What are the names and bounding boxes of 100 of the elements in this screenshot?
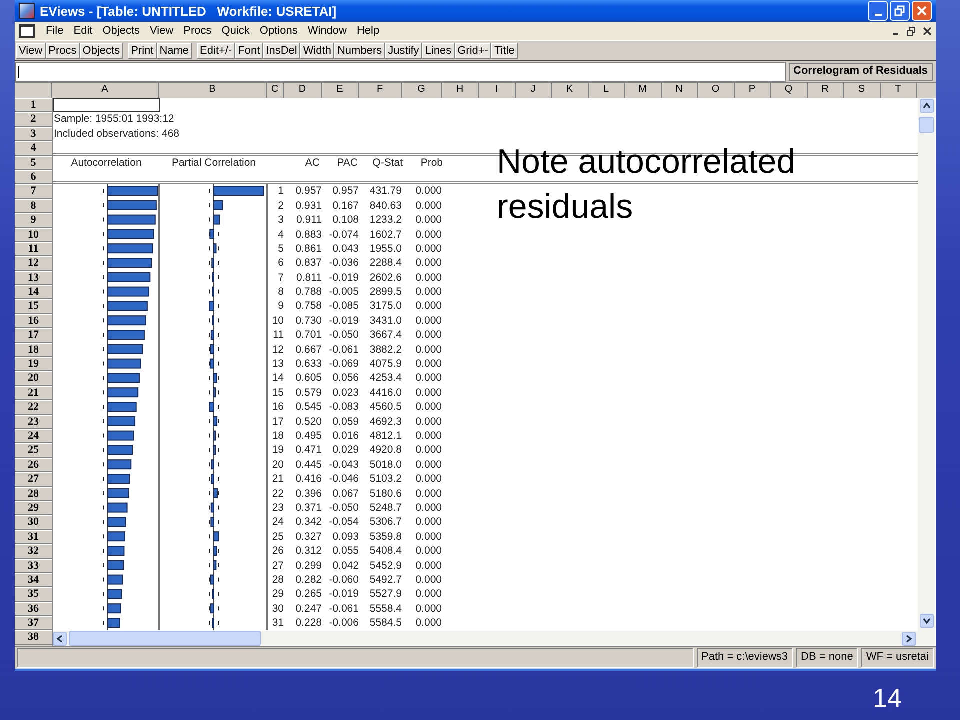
toolbar-button[interactable]: Numbers bbox=[334, 42, 386, 58]
menu-item[interactable]: Edit bbox=[68, 25, 98, 37]
toolbar-button[interactable]: Justify bbox=[385, 42, 422, 58]
bound-tick bbox=[218, 606, 219, 611]
horizontal-scrollbar[interactable] bbox=[53, 631, 918, 646]
table-cell-text: 0.605 bbox=[294, 371, 323, 386]
row-header[interactable]: 25 bbox=[15, 443, 52, 458]
row-header[interactable]: 14 bbox=[15, 285, 52, 300]
selected-cell[interactable] bbox=[53, 98, 160, 112]
bound-tick bbox=[218, 261, 219, 266]
row-header[interactable]: 32 bbox=[15, 544, 52, 558]
row-header[interactable]: 18 bbox=[15, 342, 52, 358]
autocorrelation-bar bbox=[108, 316, 146, 326]
toolbar-button[interactable]: Name bbox=[156, 42, 192, 58]
toolbar-button[interactable]: Procs bbox=[46, 42, 80, 58]
row-header[interactable]: 10 bbox=[15, 228, 52, 242]
row-header[interactable]: 17 bbox=[15, 328, 52, 343]
row-header[interactable]: 8 bbox=[15, 198, 52, 214]
table-cell-text: 0.758 bbox=[294, 299, 323, 314]
bound-tick bbox=[103, 434, 104, 438]
table-cell-text: -0.061 bbox=[328, 342, 360, 358]
restore-button[interactable] bbox=[890, 1, 910, 21]
autocorrelation-bar bbox=[108, 618, 120, 628]
table-cell-text: 0.788 bbox=[294, 285, 323, 300]
row-header[interactable]: 28 bbox=[15, 486, 52, 501]
row-header[interactable]: 33 bbox=[15, 558, 52, 573]
table-cell-text: 5408.4 bbox=[368, 544, 403, 558]
row-header[interactable]: 35 bbox=[15, 587, 52, 602]
table-cell-text: 0.000 bbox=[414, 472, 443, 487]
row-header[interactable]: 5 bbox=[15, 156, 52, 170]
row-header[interactable]: 31 bbox=[15, 530, 52, 544]
table-cell-text: 0.000 bbox=[414, 213, 443, 228]
table-cell-text: 0.000 bbox=[414, 428, 443, 444]
toolbar-button[interactable]: Font bbox=[235, 42, 264, 58]
row-header[interactable]: 24 bbox=[15, 428, 52, 444]
table-cell-text: 0.023 bbox=[332, 386, 360, 400]
row-header[interactable]: 3 bbox=[15, 126, 52, 142]
toolbar-button[interactable]: Objects bbox=[80, 42, 124, 58]
table-cell-text: 5103.2 bbox=[368, 472, 403, 487]
row-header[interactable]: 29 bbox=[15, 500, 52, 516]
lag-cell-text: 19 bbox=[271, 443, 285, 458]
row-header[interactable]: 26 bbox=[15, 458, 52, 472]
menu-item[interactable]: Objects bbox=[98, 25, 145, 37]
toolbar-button[interactable]: Title bbox=[491, 42, 518, 58]
row-header[interactable]: 38 bbox=[15, 630, 52, 645]
row-header[interactable]: 19 bbox=[15, 357, 52, 372]
toolbar-button[interactable]: Grid+- bbox=[454, 42, 492, 58]
menu-item[interactable]: Help bbox=[352, 25, 385, 37]
row-header[interactable]: 23 bbox=[15, 414, 52, 429]
observations-text: Included observations: 468 bbox=[53, 126, 181, 142]
scroll-thumb[interactable] bbox=[69, 631, 261, 646]
bound-tick bbox=[103, 592, 104, 597]
column-label: Partial Correlation bbox=[170, 156, 258, 170]
row-header[interactable]: 11 bbox=[15, 242, 52, 256]
lag-cell-text: 10 bbox=[271, 314, 285, 328]
bound-tick bbox=[218, 348, 219, 352]
menu-item[interactable]: View bbox=[145, 25, 179, 37]
bound-tick bbox=[218, 592, 219, 597]
row-header[interactable]: 37 bbox=[15, 616, 52, 630]
table-cell-text: 0.495 bbox=[294, 428, 323, 444]
bound-tick bbox=[218, 462, 219, 467]
restore-button[interactable] bbox=[904, 24, 918, 38]
row-header[interactable]: 4 bbox=[15, 141, 52, 156]
row-header[interactable]: 13 bbox=[15, 270, 52, 286]
menu-item[interactable]: Quick bbox=[216, 25, 255, 37]
row-header[interactable]: 7 bbox=[15, 184, 52, 199]
row-header[interactable]: 15 bbox=[15, 299, 52, 314]
row-header[interactable]: 2 bbox=[15, 112, 52, 127]
table-cell-text: 0.067 bbox=[332, 486, 360, 501]
row-header[interactable]: 12 bbox=[15, 256, 52, 271]
scroll-thumb[interactable] bbox=[919, 117, 934, 133]
row-header[interactable]: 30 bbox=[15, 515, 52, 530]
row-header[interactable]: 1 bbox=[15, 98, 52, 112]
partial-correlation-bar bbox=[210, 503, 214, 514]
minimize-button[interactable] bbox=[868, 1, 888, 21]
row-header[interactable]: 34 bbox=[15, 572, 52, 588]
row-header[interactable]: 36 bbox=[15, 602, 52, 616]
toolbar-button[interactable]: Lines bbox=[422, 42, 455, 58]
row-header[interactable]: 16 bbox=[15, 314, 52, 328]
edit-field[interactable] bbox=[15, 62, 786, 82]
toolbar-button[interactable]: Width bbox=[300, 42, 334, 58]
menu-item[interactable]: File bbox=[41, 25, 69, 37]
menu-item[interactable]: Procs bbox=[178, 25, 217, 37]
menu-item[interactable]: Options bbox=[254, 25, 303, 37]
table-cell-text: 840.63 bbox=[368, 198, 403, 214]
vertical-scrollbar[interactable] bbox=[918, 98, 935, 646]
row-header[interactable]: 20 bbox=[15, 371, 52, 386]
row-header[interactable]: 22 bbox=[15, 400, 52, 415]
menu-item[interactable]: Window bbox=[302, 25, 352, 37]
toolbar-button[interactable]: Edit+/- bbox=[197, 42, 236, 58]
status-text: Path = c:\eviews3 bbox=[696, 648, 794, 668]
toolbar-button[interactable]: InsDel bbox=[263, 42, 300, 58]
row-header[interactable]: 6 bbox=[15, 170, 52, 184]
toolbar-button[interactable]: View bbox=[16, 42, 46, 58]
column-header[interactable]: A bbox=[52, 83, 159, 98]
table-cell-text: 0.056 bbox=[332, 371, 360, 386]
toolbar-button[interactable]: Print bbox=[128, 42, 157, 58]
row-header[interactable]: 27 bbox=[15, 472, 52, 487]
row-header[interactable]: 21 bbox=[15, 386, 52, 400]
row-header[interactable]: 9 bbox=[15, 213, 52, 228]
